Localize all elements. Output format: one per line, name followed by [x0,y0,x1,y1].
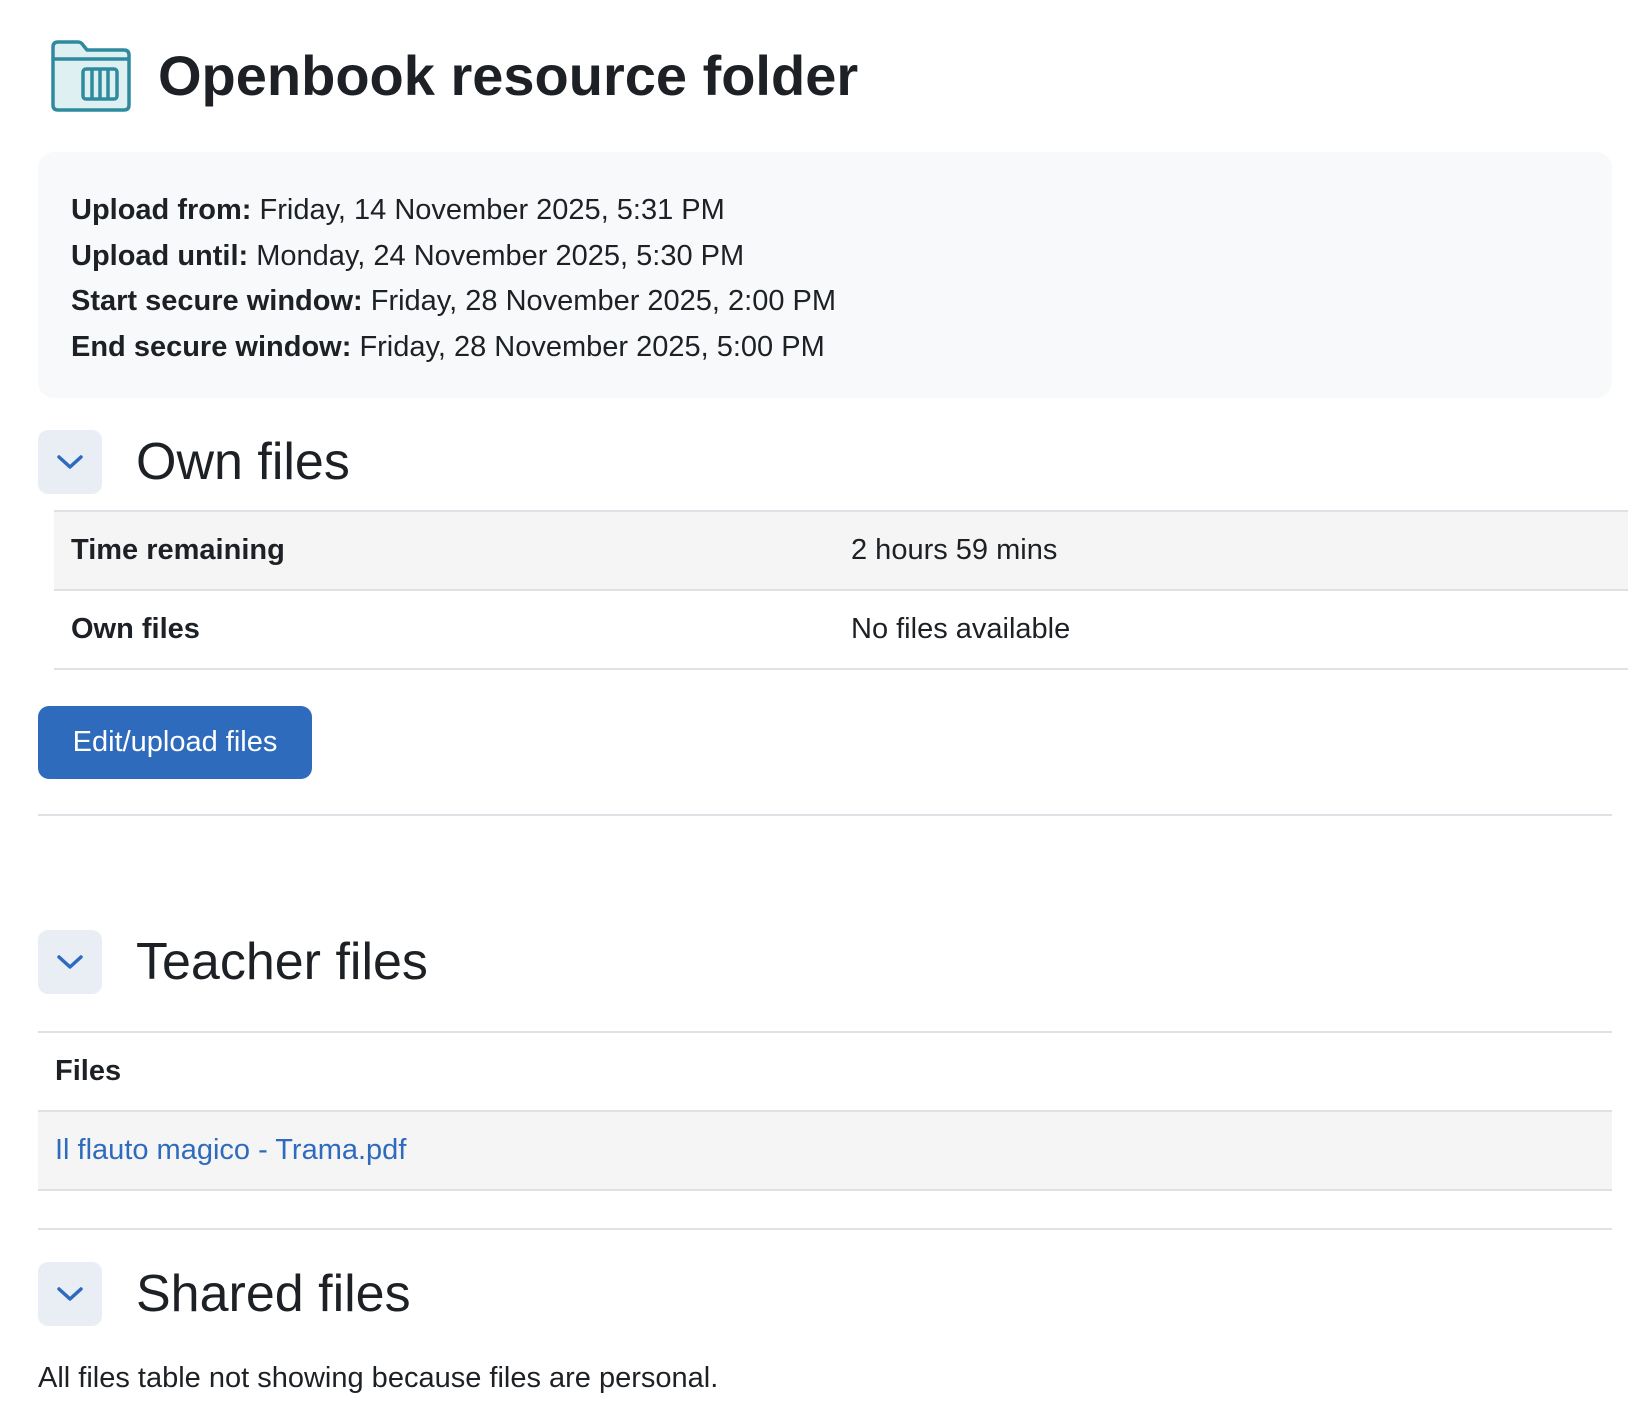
section-divider [38,814,1612,816]
page-header: Openbook resource folder [50,36,858,116]
file-link[interactable]: Il flauto magico - Trama.pdf [55,1134,406,1166]
chevron-down-icon [57,1287,83,1301]
dates-panel: Upload from: Friday, 14 November 2025, 5… [38,152,1612,398]
time-remaining-value: 2 hours 59 mins [851,510,1628,590]
start-secure-window-row: Start secure window: Friday, 28 November… [71,279,1612,325]
end-secure-window-label: End secure window: [71,330,352,363]
own-files-section-header: Own files [38,430,350,494]
upload-from-value: Friday, 14 November 2025, 5:31 PM [259,194,725,226]
upload-until-row: Upload until: Monday, 24 November 2025, … [71,234,1612,280]
teacher-files-table: Files Il flauto magico - Trama.pdf [38,1031,1612,1191]
table-row: Own files No files available [54,589,1628,670]
table-row: Time remaining 2 hours 59 mins [54,510,1628,590]
section-divider [38,1228,1612,1230]
shared-files-title: Shared files [136,1265,411,1323]
shared-files-collapse-toggle[interactable] [38,1262,102,1326]
shared-files-note: All files table not showing because file… [38,1362,719,1394]
shared-files-section-header: Shared files [38,1262,411,1326]
own-files-label: Own files [54,589,851,670]
teacher-files-collapse-toggle[interactable] [38,930,102,994]
page-title: Openbook resource folder [158,44,859,107]
chevron-down-icon [57,955,83,969]
upload-until-label: Upload until: [71,239,249,272]
own-files-collapse-toggle[interactable] [38,430,102,494]
upload-from-label: Upload from: [71,194,252,226]
chevron-down-icon [57,455,83,469]
upload-from-row: Upload from: Friday, 14 November 2025, 5… [71,188,1612,234]
file-cell: Il flauto magico - Trama.pdf [38,1110,1612,1191]
files-column-header: Files [38,1031,1612,1111]
folder-book-icon [51,40,131,112]
teacher-files-title: Teacher files [136,933,428,991]
own-files-table: Time remaining 2 hours 59 mins Own files… [54,510,1628,670]
start-secure-window-label: Start secure window: [71,285,363,317]
own-files-title: Own files [136,433,350,491]
end-secure-window-row: End secure window: Friday, 28 November 2… [71,325,1612,371]
table-row: Il flauto magico - Trama.pdf [38,1110,1612,1191]
time-remaining-label: Time remaining [54,510,851,590]
start-secure-window-value: Friday, 28 November 2025, 2:00 PM [370,285,837,317]
upload-until-value: Monday, 24 November 2025, 5:30 PM [256,239,745,272]
own-files-value: No files available [851,589,1628,670]
edit-upload-files-button[interactable]: Edit/upload files [38,706,312,779]
teacher-files-section-header: Teacher files [38,930,428,994]
end-secure-window-value: Friday, 28 November 2025, 5:00 PM [359,330,825,363]
table-header-row: Files [38,1031,1612,1111]
